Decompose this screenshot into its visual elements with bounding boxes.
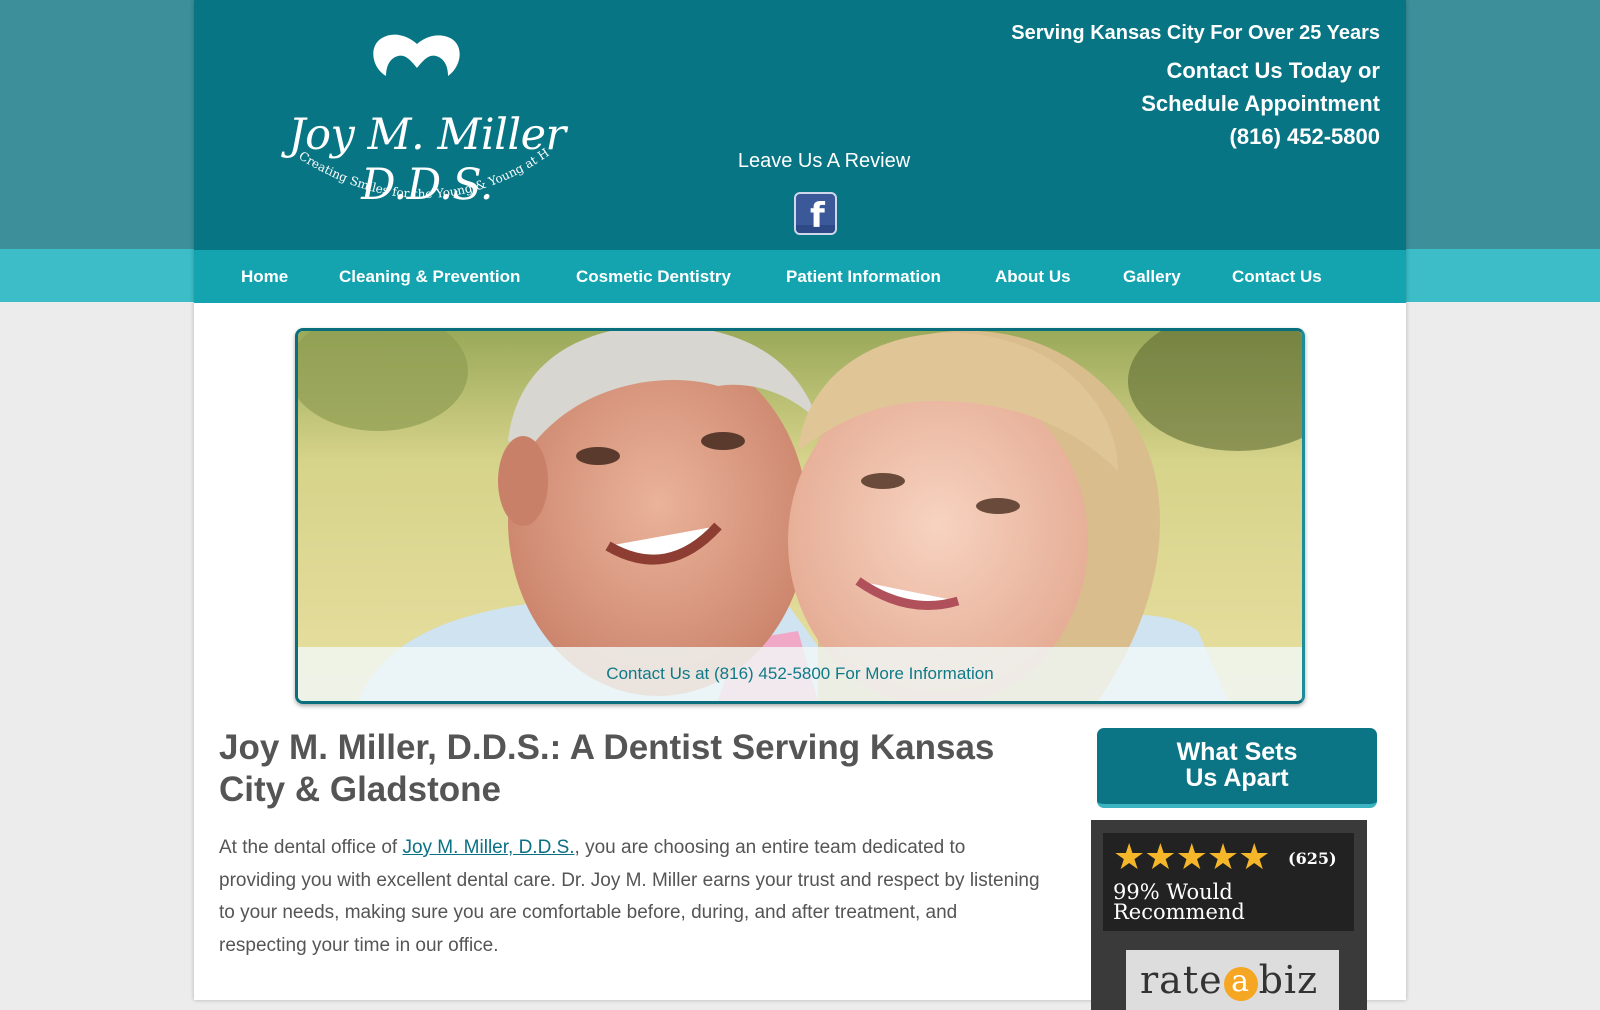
hero-caption[interactable]: Contact Us at (816) 452-5800 For More In… [298,647,1302,701]
contact-line-1[interactable]: Contact Us Today or [1011,54,1380,87]
logo-tagline-text: Creating Smiles for the Young & Young at… [222,24,552,201]
star-icon: ★ [1113,836,1146,877]
star-icon: ★ [1238,836,1271,877]
star-icon: ★ [1206,836,1240,877]
hero-banner[interactable]: Contact Us at (816) 452-5800 For More In… [295,328,1305,704]
site-header: Joy M. Miller D.D.S. Creating Smiles for… [194,0,1406,250]
practice-link[interactable]: Joy M. Miller, D.D.S. [402,837,574,858]
nav-item-cosmetic-dentistry[interactable]: Cosmetic Dentistry [576,267,731,287]
star-icon: ★ [1144,836,1177,877]
recommend-line-1: 99% Would [1113,880,1233,904]
header-phone-number[interactable]: (816) 452-5800 [1011,120,1380,153]
intro-text-prefix: At the dental office of [219,837,403,858]
serving-tagline: Serving Kansas City For Over 25 Years [1011,22,1380,44]
rateabiz-part-1: rate [1140,958,1223,1002]
rateabiz-part-2: biz [1258,958,1319,1002]
logo-tagline: Creating Smiles for the Young & Young at… [222,24,552,201]
what-sets-us-apart-button[interactable]: What Sets Us Apart [1097,728,1377,808]
leave-review-link[interactable]: Leave Us A Review [674,150,974,173]
rating-summary: ★★★★★ (625) 99% Would Recommend [1103,833,1354,931]
recommend-line-2: Recommend [1113,900,1245,924]
rateabiz-logo[interactable]: rate a biz [1126,950,1339,1010]
nav-item-gallery[interactable]: Gallery [1123,267,1181,287]
hero-photo [298,331,1302,701]
intro-paragraph: At the dental office of Joy M. Miller, D… [219,832,1044,962]
sets-line-1: What Sets [1176,738,1298,766]
page-container: Joy M. Miller D.D.S. Creating Smiles for… [194,0,1406,1010]
header-contact: Serving Kansas City For Over 25 Years Co… [1011,22,1380,153]
site-logo[interactable]: Joy M. Miller D.D.S. Creating Smiles for… [222,24,632,224]
recommend-text: 99% Would Recommend [1113,880,1343,924]
rating-widget[interactable]: ★★★★★ (625) 99% Would Recommend rate a biz [1091,820,1367,1010]
rating-count: (625) [1288,849,1337,868]
rateabiz-a-badge: a [1223,966,1258,1001]
contact-line-2[interactable]: Schedule Appointment [1011,87,1380,120]
rating-stars: ★★★★★ [1113,836,1271,877]
star-icon: ★ [1175,836,1208,877]
nav-item-contact-us[interactable]: Contact Us [1232,267,1322,287]
facebook-icon[interactable]: f [794,192,837,235]
rateabiz-wordmark: rate a biz [1140,958,1318,1002]
page-title: Joy M. Miller, D.D.S.: A Dentist Serving… [219,728,995,809]
svg-text:Creating Smiles for the Young: Creating Smiles for the Young & Young at… [222,24,552,201]
facebook-f-glyph: f [810,196,825,235]
main-navigation: Home Cleaning & Prevention Cosmetic Dent… [194,250,1406,303]
nav-item-about-us[interactable]: About Us [995,267,1071,287]
nav-item-patient-information[interactable]: Patient Information [786,267,941,287]
nav-item-cleaning-prevention[interactable]: Cleaning & Prevention [339,267,520,287]
sets-line-2: Us Apart [1185,764,1289,792]
nav-item-home[interactable]: Home [241,267,288,287]
